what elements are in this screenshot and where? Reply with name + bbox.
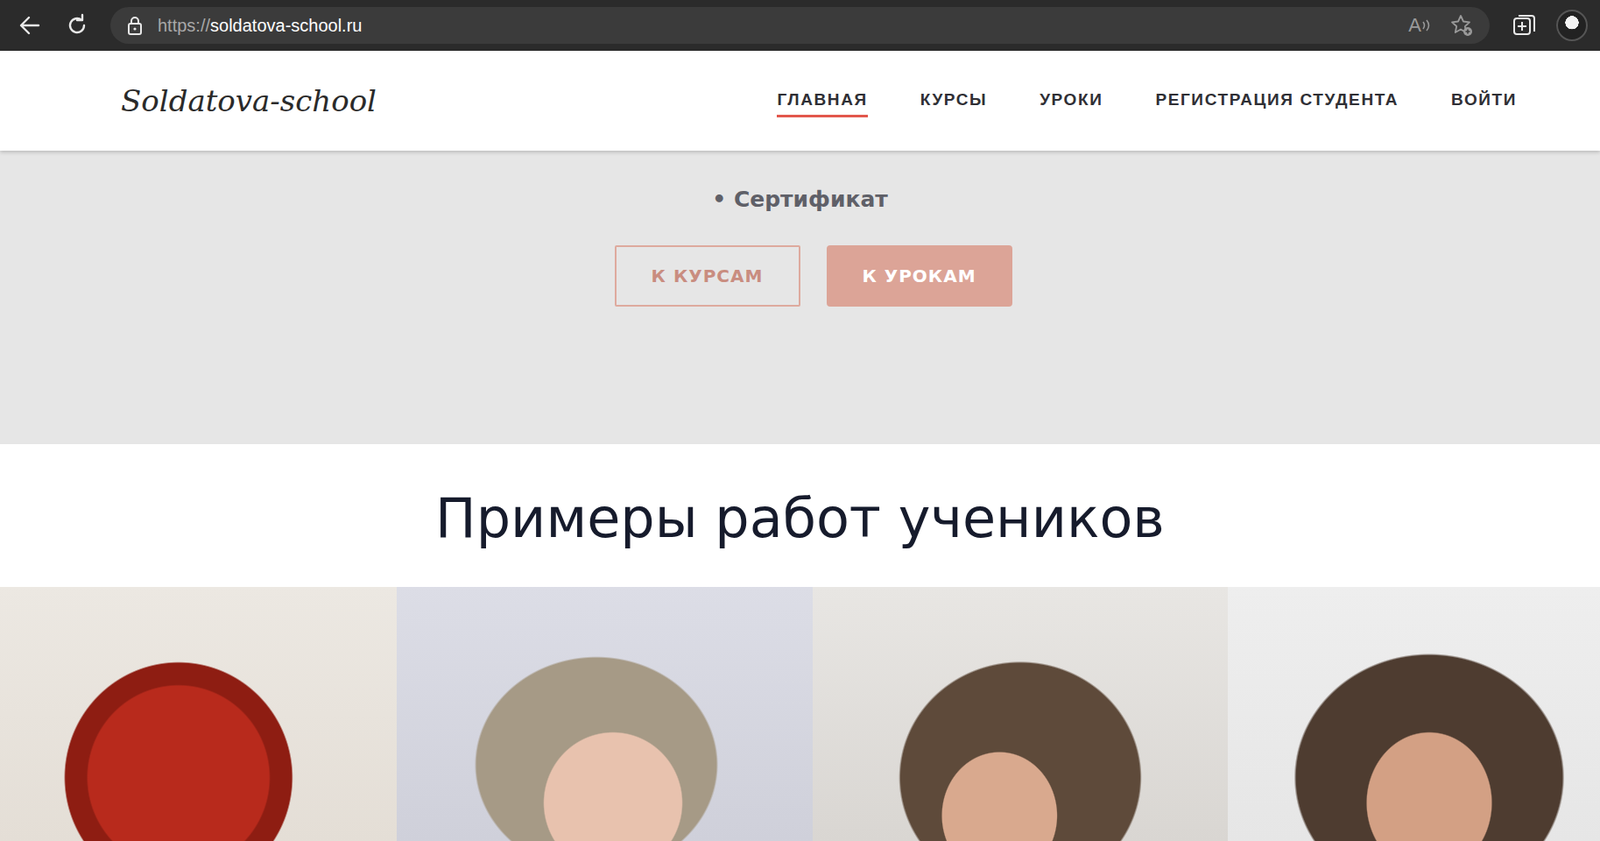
lessons-button[interactable]: К УРОКАМ [826, 245, 1013, 307]
back-arrow-button[interactable] [12, 7, 48, 43]
read-aloud-icon[interactable]: A [1408, 14, 1431, 37]
profile-avatar-icon[interactable] [1556, 9, 1588, 42]
nav-item[interactable]: УРОКИ [1039, 84, 1103, 118]
collections-button[interactable] [1510, 11, 1539, 40]
photo-gallery [0, 586, 1600, 841]
url-text[interactable]: https://soldatova-school.ru [157, 15, 362, 36]
address-bar[interactable]: https://soldatova-school.ru A [110, 7, 1490, 44]
site-header: Soldatova-school ГЛАВНАЯ КУРСЫ УРОКИ РЕГИСТР… [0, 50, 1600, 151]
nav-item[interactable]: ВОЙТИ [1451, 84, 1517, 118]
browser-toolbar: https://soldatova-school.ru A [0, 0, 1600, 51]
nav-item[interactable]: РЕГИСТРАЦИЯ СТУДЕНТА [1155, 84, 1399, 118]
student-work-photo [0, 586, 397, 841]
nav-item[interactable]: КУРСЫ [920, 84, 987, 118]
main-nav: ГЛАВНАЯ КУРСЫ УРОКИ РЕГИСТРАЦИЯ СТУДЕНТА ВОЙ… [776, 84, 1517, 118]
gallery-title: Примеры работ учеников [0, 479, 1600, 558]
lock-icon[interactable] [126, 14, 144, 36]
add-favorite-icon[interactable] [1449, 13, 1474, 38]
reload-icon[interactable] [59, 7, 95, 43]
certificate-item: • Сертификат [711, 185, 889, 214]
back-arrow-icon[interactable] [12, 7, 48, 43]
student-work-photo [396, 586, 813, 841]
sound-wave-icon [1421, 14, 1431, 37]
gallery-header: Примеры работ учеников [0, 444, 1600, 587]
nav-item[interactable]: ГЛАВНАЯ [776, 84, 867, 118]
url-host: soldatova-school.ru [210, 15, 362, 36]
read-aloud-letter: A [1408, 14, 1422, 37]
hero-section: • Сертификат К КУРСАМ К УРОКАМ [0, 150, 1600, 445]
courses-button[interactable]: К КУРСАМ [614, 245, 801, 307]
collections-icon[interactable] [1510, 11, 1539, 40]
url-scheme: https:// [157, 15, 211, 36]
site-logo[interactable]: Soldatova-school [120, 83, 377, 119]
student-work-photo [1227, 586, 1600, 841]
reload-button[interactable] [59, 7, 95, 43]
student-work-photo [812, 586, 1228, 841]
